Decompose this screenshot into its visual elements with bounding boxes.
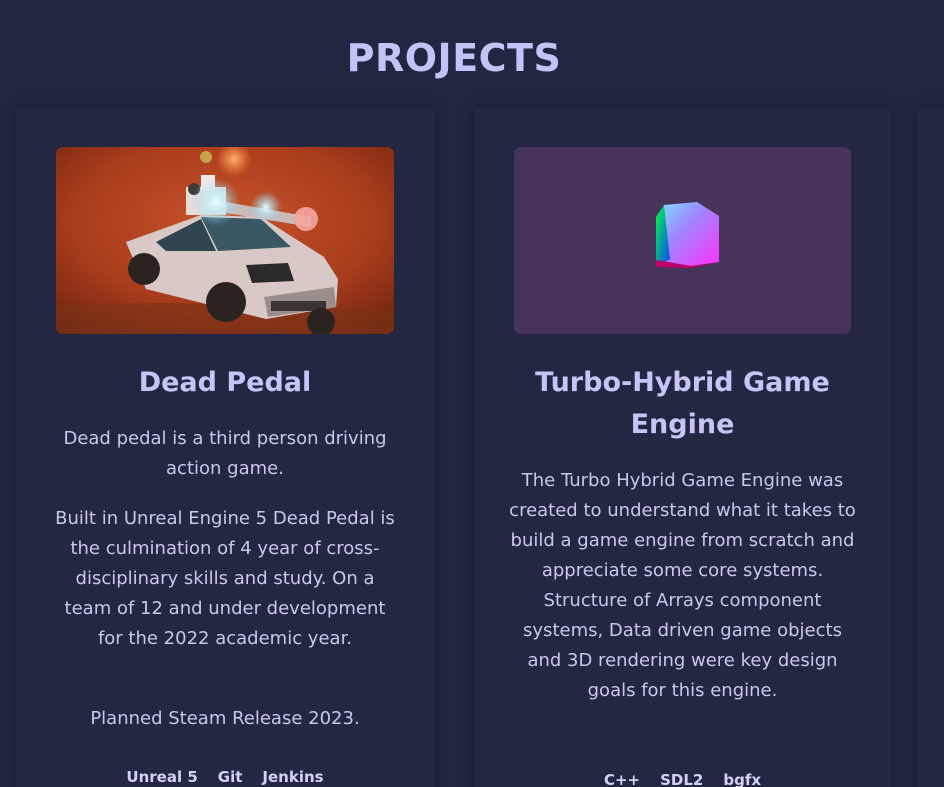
project-thumbnail-turbo-hybrid[interactable] <box>514 147 851 334</box>
project-title: Turbo-Hybrid Game Engine <box>535 367 830 440</box>
project-tags: Unreal 5 Git Jenkins <box>16 768 434 786</box>
tag-jenkins: Jenkins <box>262 768 324 786</box>
tag-bgfx: bgfx <box>723 771 762 787</box>
project-thumbnail-dead-pedal[interactable] <box>56 147 394 334</box>
project-release-note: Planned Steam Release 2023. <box>90 708 360 729</box>
tag-git: Git <box>217 768 243 786</box>
section-title: PROJECTS <box>346 36 562 80</box>
projects-page: PROJECTS Dead Pedal Dead pedal is a thir… <box>0 0 944 787</box>
project-description: The Turbo Hybrid Game Engine was created… <box>509 470 856 701</box>
tag-sdl2: SDL2 <box>660 771 704 787</box>
tag-unreal-5: Unreal 5 <box>126 768 198 786</box>
project-description: Dead pedal is a third person driving act… <box>63 428 387 479</box>
car-screenshot-image <box>56 147 394 334</box>
project-description: Built in Unreal Engine 5 Dead Pedal is t… <box>55 508 395 649</box>
project-card-turbo-hybrid[interactable]: Turbo-Hybrid Game Engine The Turbo Hybri… <box>474 107 891 787</box>
project-card-next-partial <box>918 107 944 787</box>
tag-cpp: C++ <box>603 771 641 787</box>
project-card-dead-pedal[interactable]: Dead Pedal Dead pedal is a third person … <box>16 107 434 787</box>
rgb-cube-image <box>656 202 719 268</box>
project-tags: C++ SDL2 bgfx <box>474 771 891 787</box>
project-title: Dead Pedal <box>138 367 312 398</box>
